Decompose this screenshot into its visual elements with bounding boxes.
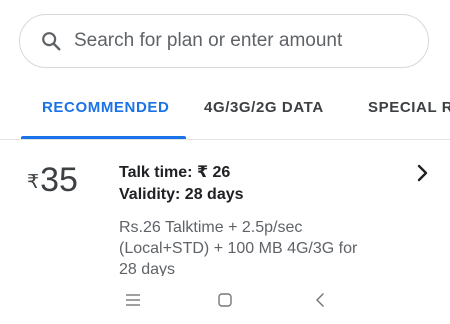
plan-description: Rs.26 Talktime + 2.5p/sec (Local+STD) + … [119, 219, 358, 278]
plan-price: ₹ 35 [27, 160, 78, 200]
system-nav-bar [0, 276, 450, 324]
tab-recommended[interactable]: RECOMMENDED [42, 99, 169, 116]
home-icon[interactable] [213, 288, 237, 312]
menu-icon[interactable] [121, 288, 145, 312]
plan-amount: 35 [40, 161, 78, 199]
tab-data[interactable]: 4G/3G/2G DATA [204, 99, 324, 116]
talk-time: Talk time: ₹ 26 [119, 164, 231, 181]
search-icon [38, 28, 64, 54]
currency-symbol: ₹ [27, 172, 40, 193]
back-icon[interactable] [308, 288, 332, 312]
validity: Validity: 28 days [119, 186, 244, 203]
search-input[interactable] [74, 30, 394, 52]
plan-details: Talk time: ₹ 26 Validity: 28 days Rs.26 … [119, 162, 399, 280]
plan-category-tabs: RECOMMENDED 4G/3G/2G DATA SPECIAL R [0, 84, 450, 140]
recharge-plans-screen: RECOMMENDED 4G/3G/2G DATA SPECIAL R ₹ 35… [0, 0, 450, 324]
active-tab-indicator [21, 136, 186, 139]
search-bar[interactable] [19, 14, 429, 68]
chevron-right-icon[interactable] [414, 164, 432, 182]
plan-item[interactable]: ₹ 35 Talk time: ₹ 26 Validity: 28 days R… [0, 140, 450, 278]
tab-special[interactable]: SPECIAL R [368, 99, 450, 116]
